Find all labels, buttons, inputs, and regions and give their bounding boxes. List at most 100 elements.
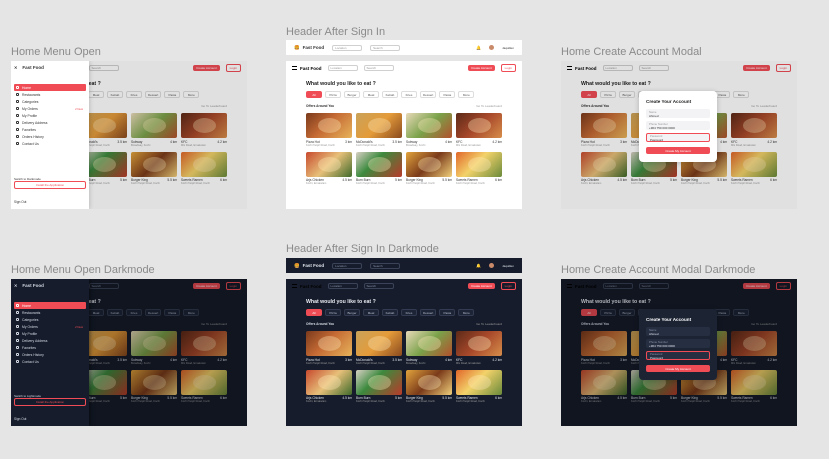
password-field[interactable]: Password Password bbox=[646, 351, 710, 360]
create-my-account-button[interactable]: Create My Account bbox=[646, 147, 710, 154]
menu-item[interactable]: Restaurants bbox=[14, 91, 86, 98]
restaurant-card[interactable]: KFC 4.2 km MG Road, Ernakulam bbox=[731, 113, 777, 147]
category-chip[interactable]: Fries bbox=[401, 91, 417, 98]
category-chip[interactable]: Kebab bbox=[107, 91, 123, 98]
category-chip[interactable]: More bbox=[458, 91, 475, 98]
menu-item[interactable]: Home bbox=[14, 84, 86, 91]
close-icon[interactable]: ✕ bbox=[14, 283, 17, 288]
search-input[interactable]: Search bbox=[638, 283, 669, 289]
offers-link[interactable]: Go To Leaderboard bbox=[751, 104, 777, 108]
menu-item[interactable]: Restaurants bbox=[14, 309, 86, 316]
category-chip[interactable]: Fries bbox=[401, 309, 417, 316]
category-chip[interactable]: Meal bbox=[363, 309, 379, 316]
menu-item[interactable]: My Orders 2 New bbox=[14, 105, 86, 112]
category-chip[interactable]: More bbox=[183, 91, 200, 98]
restaurant-card[interactable]: Burger King 5.5 km Kozhi Tanjiri Road, Koc… bbox=[131, 369, 177, 403]
restaurant-card[interactable]: KFC 4.2 km MG Road, Ernakulam bbox=[456, 331, 502, 365]
category-chip[interactable]: Pasta bbox=[439, 309, 456, 316]
restaurant-card[interactable]: Subway4 kmBroadway, Kochi bbox=[406, 113, 452, 147]
logo[interactable]: Fast Food bbox=[292, 66, 322, 71]
logo[interactable]: 🍔 Fast Food bbox=[294, 45, 324, 51]
category-chip[interactable]: Meal bbox=[88, 91, 104, 98]
menu-item[interactable]: Favorites bbox=[14, 126, 86, 133]
category-chip[interactable]: Pasta bbox=[164, 91, 181, 98]
bell-icon[interactable]: 🔔 bbox=[476, 263, 481, 268]
category-chip[interactable]: All bbox=[306, 309, 322, 316]
sign-out-button[interactable]: Sign Out bbox=[14, 200, 86, 204]
restaurant-card[interactable]: Sweets Ramen 6 km Kozhi Tanjiri Road, Koch… bbox=[731, 369, 777, 403]
restaurant-card[interactable]: Sweets Ramen 6 km Kozhi Tanjiri Road, Koch… bbox=[456, 369, 502, 403]
category-chip[interactable]: Pizza bbox=[325, 91, 341, 98]
search-input[interactable]: Search bbox=[370, 44, 401, 51]
category-chip[interactable]: Burger bbox=[344, 91, 360, 98]
location-input[interactable]: Location bbox=[602, 283, 633, 289]
restaurant-card[interactable]: KFC 4.2 km MG Road, Ernakulam bbox=[181, 113, 227, 147]
restaurant-card[interactable]: Arjs Chicken4.5 kmKochi, Ernakulam bbox=[581, 369, 627, 403]
restaurant-card[interactable]: McDonald's3.5 kmKozhi Tanjiri Road, Koch… bbox=[356, 331, 402, 365]
location-input[interactable]: Location bbox=[327, 283, 358, 289]
category-chip[interactable]: Dessert bbox=[420, 309, 437, 316]
restaurant-card[interactable]: Pizza Hut3 kmKozhi Tanjiri Road, Kochi bbox=[306, 113, 352, 147]
password-field[interactable]: Password Password bbox=[646, 133, 710, 142]
bell-icon[interactable]: 🔔 bbox=[476, 45, 481, 50]
search-input[interactable]: Search bbox=[363, 283, 394, 289]
search-input[interactable]: Search bbox=[638, 65, 669, 71]
category-chip[interactable]: Kebab bbox=[382, 309, 398, 316]
restaurant-card[interactable]: Sweets Ramen 6 km Kozhi Tanjiri Road, Koch… bbox=[731, 151, 777, 185]
restaurant-card[interactable]: KFC 4.2 km MG Road, Ernakulam bbox=[456, 113, 502, 147]
restaurant-card[interactable]: Burn Burn5 kmKozhi Tanjiri Road, Kochi bbox=[356, 369, 402, 403]
create-my-account-button[interactable]: Create My Account bbox=[646, 365, 710, 372]
category-chip[interactable]: Pasta bbox=[439, 91, 456, 98]
restaurant-card[interactable]: Sweets Ramen 6 km Kozhi Tanjiri Road, Koch… bbox=[456, 151, 502, 185]
logo[interactable]: Fast Food bbox=[567, 66, 597, 71]
category-chip[interactable]: Burger bbox=[344, 309, 360, 316]
category-chip[interactable]: Dessert bbox=[145, 309, 162, 316]
category-chip[interactable]: Pizza bbox=[600, 309, 616, 316]
restaurant-card[interactable]: KFC 4.2 km MG Road, Ernakulam bbox=[181, 331, 227, 365]
user-name[interactable]: Jaquillen bbox=[502, 264, 514, 268]
restaurant-card[interactable]: Burger King 5.5 km Kozhi Tanjiri Road, Koc… bbox=[406, 151, 452, 185]
restaurant-card[interactable]: KFC 4.2 km MG Road, Ernakulam bbox=[731, 331, 777, 365]
offers-link[interactable]: Go To Leaderboard bbox=[201, 104, 227, 108]
login-button[interactable]: Login bbox=[225, 282, 241, 290]
create-account-button[interactable]: Create Account bbox=[743, 65, 770, 71]
menu-item[interactable]: My Profile bbox=[14, 330, 86, 337]
restaurant-card[interactable]: Burger King 5.5 km Kozhi Tanjiri Road, Koc… bbox=[131, 151, 177, 185]
search-input[interactable]: Search bbox=[370, 262, 401, 269]
category-chip[interactable]: Kebab bbox=[382, 91, 398, 98]
category-chip[interactable]: Burger bbox=[619, 309, 635, 316]
login-button[interactable]: Login bbox=[500, 64, 516, 72]
offers-link[interactable]: Go To Leaderboard bbox=[201, 322, 227, 326]
create-account-button[interactable]: Create Account bbox=[468, 65, 495, 71]
avatar[interactable] bbox=[489, 263, 495, 268]
category-chip[interactable]: Kebab bbox=[107, 309, 123, 316]
category-chip[interactable]: All bbox=[581, 91, 597, 98]
menu-item[interactable]: Categories bbox=[14, 316, 86, 323]
create-account-button[interactable]: Create Account bbox=[193, 283, 220, 289]
phone-field[interactable]: Phone Number +964 750 000 0000 bbox=[646, 339, 710, 348]
restaurant-card[interactable]: Arjs Chicken4.5 kmKochi, Ernakulam bbox=[581, 151, 627, 185]
menu-item[interactable]: Delivery Address bbox=[14, 119, 86, 126]
category-chip[interactable]: More bbox=[183, 309, 200, 316]
user-name[interactable]: Jaquillen bbox=[502, 46, 514, 50]
restaurant-card[interactable]: Subway4 kmBroadway, Kochi bbox=[406, 331, 452, 365]
menu-item[interactable]: My Orders 2 New bbox=[14, 323, 86, 330]
login-button[interactable]: Login bbox=[775, 64, 791, 72]
menu-item[interactable]: Delivery Address bbox=[14, 337, 86, 344]
restaurant-card[interactable]: McDonald's3.5 kmKozhi Tanjiri Road, Koch… bbox=[356, 113, 402, 147]
category-chip[interactable]: Meal bbox=[363, 91, 379, 98]
menu-icon[interactable] bbox=[567, 66, 572, 70]
menu-icon[interactable] bbox=[567, 284, 572, 288]
location-input[interactable]: Location bbox=[332, 262, 363, 269]
restaurant-card[interactable]: Arjs Chicken4.5 kmKochi, Ernakulam bbox=[306, 369, 352, 403]
search-input[interactable]: Search bbox=[363, 65, 394, 71]
install-app-button[interactable]: Install the Application bbox=[14, 398, 86, 406]
search-input[interactable]: Search bbox=[88, 283, 119, 289]
category-chip[interactable]: All bbox=[306, 91, 322, 98]
restaurant-card[interactable]: Sweets Ramen 6 km Kozhi Tanjiri Road, Koch… bbox=[181, 151, 227, 185]
logo[interactable]: Fast Food bbox=[567, 284, 597, 289]
menu-icon[interactable] bbox=[292, 284, 297, 288]
offers-link[interactable]: Go To Leaderboard bbox=[476, 104, 502, 108]
logo[interactable]: Fast Food bbox=[292, 284, 322, 289]
menu-item[interactable]: Home bbox=[14, 302, 86, 309]
